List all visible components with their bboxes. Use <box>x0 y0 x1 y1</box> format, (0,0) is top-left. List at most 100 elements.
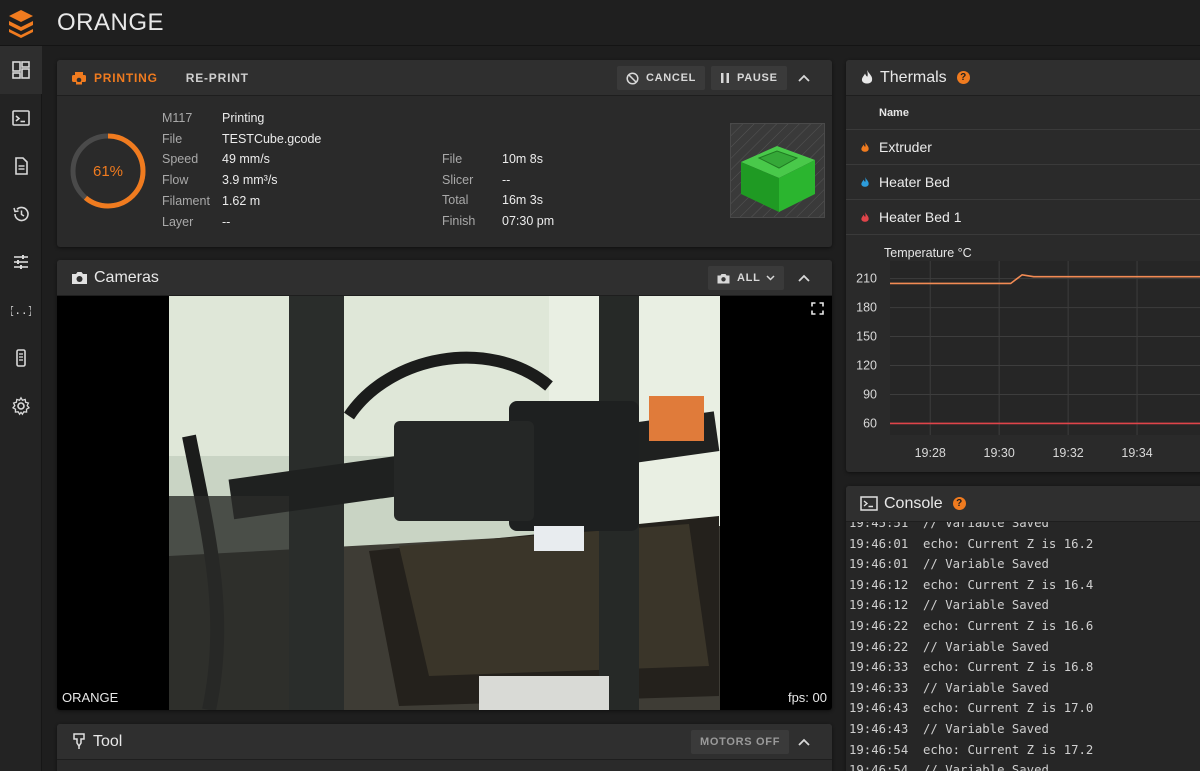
detail-key: Layer <box>162 214 194 229</box>
progress-percent: 61% <box>92 162 124 180</box>
collapse-status-button[interactable] <box>792 66 816 90</box>
x-tick-label: 19:32 <box>1052 446 1083 460</box>
y-tick-label: 150 <box>856 330 877 344</box>
thermal-row[interactable]: Heater Bed 1 <box>846 200 1200 235</box>
app-title: ORANGE <box>57 9 165 36</box>
device-icon <box>16 349 26 367</box>
tool-title: Tool <box>93 732 123 750</box>
camera-select-button[interactable]: ALL <box>708 266 785 290</box>
fullscreen-icon[interactable] <box>811 302 824 315</box>
macros-icon: {..} <box>11 304 31 317</box>
thermal-row-name: Heater Bed <box>879 174 950 190</box>
motors-off-button[interactable]: MOTORS OFF <box>691 730 790 754</box>
console-line: 19:46:33 echo: Current Z is 16.8 <box>849 660 1094 675</box>
cancel-button-label: CANCEL <box>646 72 697 84</box>
console-line: 19:46:54 echo: Current Z is 17.2 <box>849 742 1094 757</box>
motors-off-label: MOTORS OFF <box>700 736 781 748</box>
collapse-cameras-button[interactable] <box>792 266 816 290</box>
console-line: 19:46:12 echo: Current Z is 16.4 <box>849 577 1094 592</box>
console-line: 19:45:51 // Variable Saved <box>849 522 1049 530</box>
console-line: 19:46:01 // Variable Saved <box>849 557 1049 572</box>
detail-key: Speed <box>162 152 199 167</box>
thermals-card-header: Thermals ? <box>846 60 1200 96</box>
fire-icon <box>861 141 869 152</box>
cameras-title: Cameras <box>94 268 159 286</box>
console-line: 19:46:43 echo: Current Z is 17.0 <box>849 701 1094 716</box>
thermal-row[interactable]: Heater Bed <box>846 165 1200 200</box>
console-icon <box>12 110 30 126</box>
thermals-name-header: Name <box>846 96 1200 130</box>
y-tick-label: 180 <box>856 301 877 315</box>
collapse-tool-button[interactable] <box>792 730 816 754</box>
x-tick-label: 19:28 <box>915 446 946 460</box>
thermal-row-name: Extruder <box>879 139 932 155</box>
app-root: ORANGE {..} <box>0 0 1200 771</box>
help-icon[interactable]: ? <box>952 497 966 510</box>
gcode-thumbnail <box>730 123 825 218</box>
tool-card: Tool MOTORS OFF <box>57 724 832 771</box>
cancel-icon <box>626 71 639 85</box>
console-line: 19:46:54 // Variable Saved <box>849 763 1049 771</box>
logo-icon[interactable] <box>0 0 42 46</box>
top-bar: ORANGE <box>0 0 1200 46</box>
tab-printing-label: PRINTING <box>94 70 158 85</box>
camera-name-label: ORANGE <box>62 690 119 705</box>
cancel-button[interactable]: CANCEL <box>617 66 706 90</box>
chevron-down-icon <box>766 275 776 281</box>
dashboard-icon <box>12 61 30 79</box>
temperature-chart: Temperature °C 60 90 120 150 180 210 19:28 19:30… <box>846 235 1200 472</box>
nav-dashboard[interactable] <box>0 46 42 94</box>
detail-key: File <box>442 152 463 166</box>
y-tick-label: 120 <box>856 359 877 373</box>
cameras-card: Cameras ALL ORANGE fps: 00 <box>57 260 832 710</box>
status-body: 61% M117 Printing File TESTCube.gcode Speed 4… <box>57 96 832 247</box>
history-icon <box>13 206 29 222</box>
thermals-table: Name Extruder Heater Bed Heater Bed 1 <box>846 96 1200 235</box>
tool-icon <box>73 733 85 749</box>
detail-value: 3.9 mm³/s <box>222 173 278 188</box>
console-output[interactable]: 19:45:51 // Variable Saved 19:46:01 echo:… <box>846 522 1200 771</box>
thermals-title: Thermals <box>880 68 947 86</box>
console-line: 19:46:43 // Variable Saved <box>849 722 1049 736</box>
detail-value: TESTCube.gcode <box>222 131 322 146</box>
camera-feed <box>169 296 720 710</box>
tool-card-header: Tool MOTORS OFF <box>57 724 832 760</box>
nav-console[interactable] <box>0 94 42 142</box>
tab-printing[interactable]: PRINTING <box>71 71 158 85</box>
detail-value: -- <box>502 172 511 187</box>
console-line: 19:46:12 // Variable Saved <box>849 598 1049 613</box>
console-card: Console ? 19:45:51 // Variable Saved 19:4… <box>846 486 1200 771</box>
status-card-header: PRINTING RE-PRINT CANCEL PAUSE <box>57 60 832 96</box>
side-nav: {..} <box>0 46 42 771</box>
thermal-row[interactable]: Extruder <box>846 130 1200 165</box>
chevron-up-icon <box>798 74 810 82</box>
nav-device[interactable] <box>0 334 42 382</box>
nav-files[interactable] <box>0 142 42 190</box>
nav-macros[interactable]: {..} <box>0 286 42 334</box>
help-icon[interactable]: ? <box>956 71 970 84</box>
console-line: 19:46:01 echo: Current Z is 16.2 <box>849 536 1094 551</box>
gear-icon <box>12 396 30 416</box>
nav-history[interactable] <box>0 190 42 238</box>
thermals-card: Thermals ? Name Extruder Heater Bed Heater… <box>846 60 1200 472</box>
console-line: 19:46:22 echo: Current Z is 16.6 <box>849 619 1094 633</box>
detail-key: M117 <box>162 111 193 125</box>
tab-reprint[interactable]: RE-PRINT <box>186 71 249 85</box>
y-tick-label: 90 <box>863 387 877 401</box>
detail-value: -- <box>222 214 231 229</box>
detail-key: Finish <box>442 214 476 229</box>
pause-button[interactable]: PAUSE <box>711 66 787 90</box>
plot-area <box>890 261 1200 435</box>
tab-reprint-label: RE-PRINT <box>185 70 249 85</box>
console-title: Console <box>884 494 943 512</box>
console-line: 19:46:33 // Variable Saved <box>849 680 1049 695</box>
console-card-header: Console ? <box>846 486 1200 522</box>
detail-value: 16m 3s <box>502 193 543 208</box>
nav-settings[interactable] <box>0 382 42 430</box>
status-card: PRINTING RE-PRINT CANCEL PAUSE 61% M117 … <box>57 60 832 247</box>
fire-icon <box>861 70 873 84</box>
nav-tune[interactable] <box>0 238 42 286</box>
chart-title: Temperature °C <box>884 246 972 260</box>
detail-key: Filament <box>162 193 210 208</box>
files-icon <box>15 157 28 175</box>
